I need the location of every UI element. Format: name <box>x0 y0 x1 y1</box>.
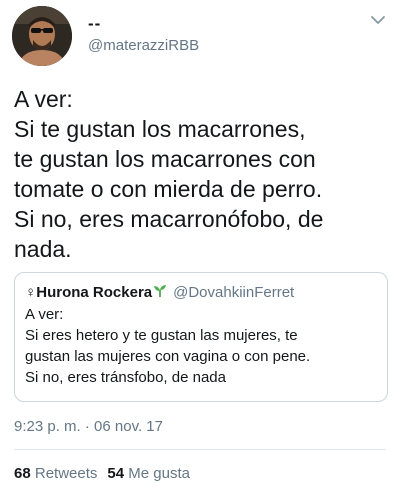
quoted-tweet-header: ♀Hurona Rockera @DovahkiinFerret <box>25 283 377 303</box>
tweet-timestamp[interactable]: 9:23 p. m. · 06 nov. 17 <box>14 417 163 437</box>
tweet-stats: 68 Retweets 54 Me gusta <box>14 464 190 483</box>
avatar[interactable] <box>12 6 72 66</box>
author-display-name[interactable]: -- <box>88 14 199 34</box>
quoted-tweet-text: A ver: Si eres hetero y te gustan las mu… <box>25 306 311 386</box>
tweet-header: -- @materazziRBB <box>0 0 400 80</box>
retweets-count: 68 <box>14 465 31 482</box>
likes-label: Me gusta <box>128 465 190 482</box>
chevron-down-icon[interactable] <box>370 14 386 26</box>
quoted-display-name: ♀Hurona Rockera <box>25 284 153 301</box>
author-handle[interactable]: @materazziRBB <box>88 36 199 56</box>
likes-count: 54 <box>107 465 125 482</box>
divider <box>14 449 386 450</box>
retweets-stat[interactable]: 68 Retweets <box>14 465 97 482</box>
quoted-tweet[interactable]: ♀Hurona Rockera @DovahkiinFerret A ver: … <box>14 272 388 402</box>
tweet-text: A ver: Si te gustan los macarrones, te g… <box>14 86 324 262</box>
quoted-handle: @DovahkiinFerret <box>173 284 295 301</box>
retweets-label: Retweets <box>34 465 98 482</box>
avatar-image <box>12 6 72 66</box>
likes-stat[interactable]: 54 Me gusta <box>107 465 190 482</box>
author-names: -- @materazziRBB <box>88 14 199 56</box>
seedling-icon <box>154 285 167 297</box>
